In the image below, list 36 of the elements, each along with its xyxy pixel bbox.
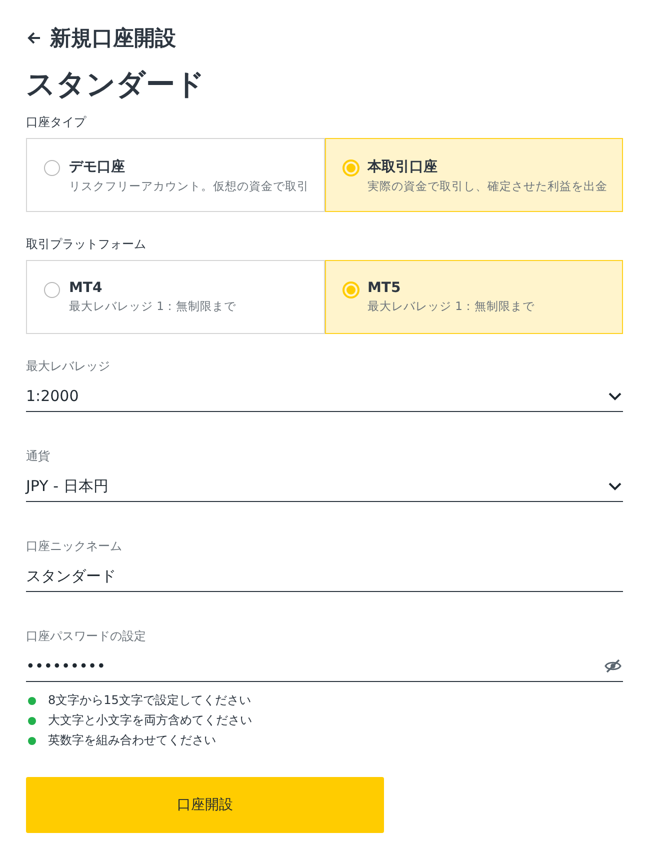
chevron-down-icon [608,392,622,400]
option-card[interactable]: MT5 最大レバレッジ 1：無制限まで [324,260,623,334]
radio-icon[interactable] [342,159,360,177]
radio-icon[interactable] [342,281,360,299]
dropdown-field[interactable]: 1:2000 [26,381,623,412]
password-rule: 大文字と小文字を両方含めてください [48,712,252,729]
account-heading: スタンダード [26,66,206,103]
option-description: リスクフリーアカウント。仮想の資金で取引 [69,179,309,194]
group-label: 取引プラットフォーム [26,236,147,253]
option-card[interactable]: MT4 最大レバレッジ 1：無制限まで [26,260,324,334]
option-title: 本取引口座 [368,158,438,176]
option-card[interactable]: デモ口座 リスクフリーアカウント。仮想の資金で取引 [26,138,324,212]
radio-icon[interactable] [43,281,61,299]
option-description: 実際の資金で取引し、確定させた利益を出金 [368,179,608,194]
password-rule: 英数字を組み合わせてください [48,732,216,749]
chevron-down-icon [608,482,622,490]
option-description: 最大レバレッジ 1：無制限まで [69,299,236,314]
password-rule: 8文字から15文字で設定してください [48,692,251,709]
password-field[interactable]: ••••••••• [26,651,623,682]
input-field[interactable]: スタンダード [26,561,623,592]
field-label: 口座パスワードの設定 [26,628,147,645]
field-label: 最大レバレッジ [26,358,111,375]
back-arrow-icon[interactable] [26,30,42,46]
eye-slash-icon[interactable] [604,658,622,674]
option-title: MT4 [69,280,104,296]
option-title: MT5 [368,280,402,296]
option-description: 最大レバレッジ 1：無制限まで [368,299,534,314]
dropdown-field[interactable]: JPY - 日本円 [26,471,623,502]
field-label: 通貨 [26,448,51,465]
option-title: デモ口座 [69,158,126,176]
option-card[interactable]: 本取引口座 実際の資金で取引し、確定させた利益を出金 [324,138,623,212]
field-label: 口座ニックネーム [26,538,123,555]
page-title: 新規口座開設 [50,25,176,52]
group-label: 口座タイプ [26,114,88,131]
open-account-button[interactable]: 口座開設 [26,777,384,833]
radio-icon[interactable] [43,159,61,177]
